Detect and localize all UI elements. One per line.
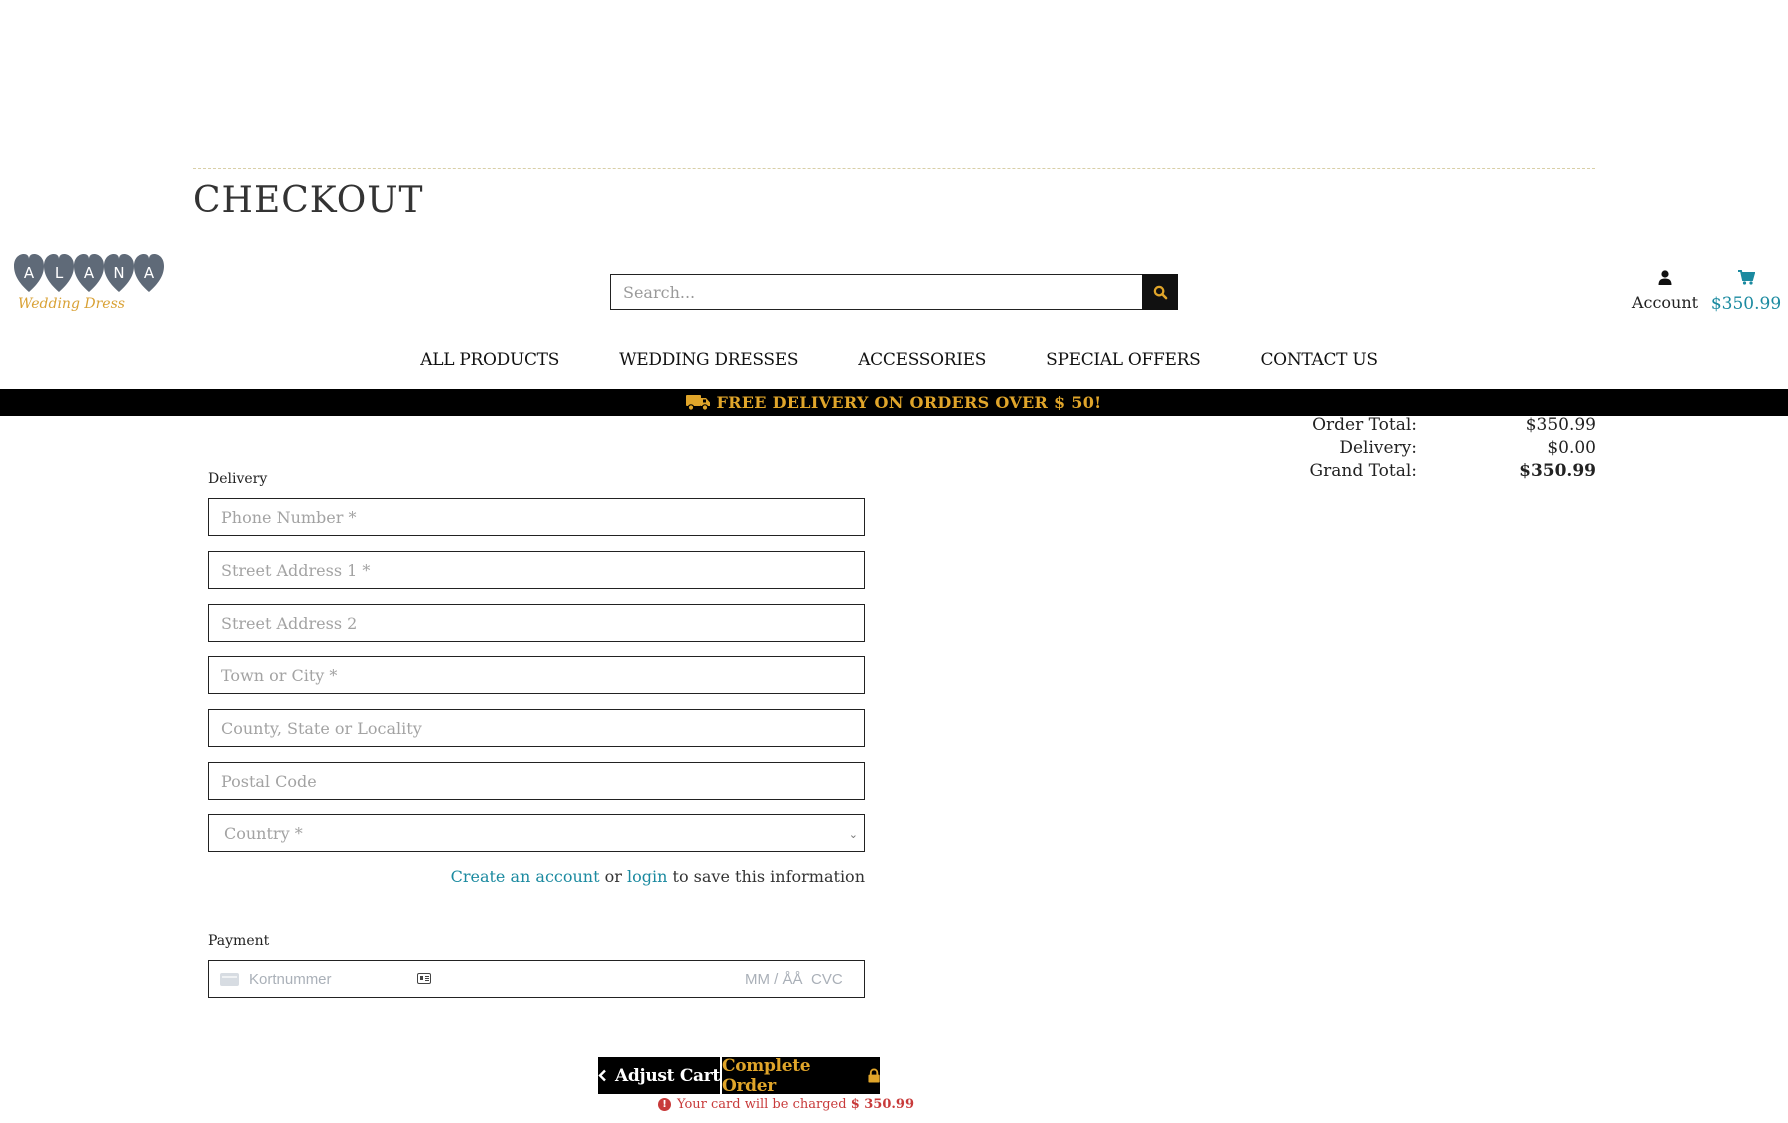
nav-item-special-offers[interactable]: SPECIAL OFFERS: [1046, 350, 1201, 370]
grand-total-label: Grand Total:: [1309, 461, 1417, 481]
search-icon: [1153, 285, 1167, 299]
chevron-left-icon: [598, 1069, 606, 1082]
nav-item-contact-us[interactable]: CONTACT US: [1260, 350, 1378, 370]
main-nav: ALL PRODUCTS WEDDING DRESSES ACCESSORIES…: [0, 350, 1788, 374]
search-button[interactable]: [1142, 274, 1178, 310]
logo-letter: A: [24, 264, 35, 282]
charge-amount: $ 350.99: [850, 1097, 915, 1112]
cart-link[interactable]: $350.99: [1706, 270, 1786, 314]
free-delivery-banner: FREE DELIVERY ON ORDERS OVER $ 50!: [0, 389, 1788, 416]
card-input[interactable]: Kortnummer MM / ÅÅ CVC: [208, 960, 865, 998]
country-select-wrap: Country * ⌄: [208, 814, 865, 852]
top-divider: [193, 168, 1595, 169]
logo-letter: A: [84, 264, 95, 282]
card-cvc-placeholder[interactable]: CVC: [811, 971, 843, 988]
save-info-suffix: to save this information: [672, 867, 865, 886]
account-label: Account: [1631, 293, 1699, 312]
account-link[interactable]: Account: [1630, 270, 1700, 312]
create-account-link[interactable]: Create an account: [451, 867, 600, 886]
grand-total-value: $350.99: [1519, 461, 1596, 481]
cart-total: $350.99: [1710, 294, 1782, 314]
logo-hearts-graphic: A L A N A: [14, 254, 164, 292]
delivery-section-label: Delivery: [208, 471, 268, 487]
charge-note-text: Your card will be charged: [677, 1097, 847, 1112]
county-field[interactable]: [209, 710, 864, 746]
delivery-value: $0.00: [1547, 438, 1596, 458]
adjust-cart-label: Adjust Cart: [615, 1065, 720, 1086]
search-bar: [610, 274, 1178, 310]
logo-letter: N: [113, 264, 124, 282]
card-number-placeholder[interactable]: Kortnummer: [249, 971, 332, 988]
adjust-cart-button[interactable]: Adjust Cart: [598, 1057, 720, 1094]
street-address-1-field-wrap: [208, 551, 865, 589]
county-field-wrap: [208, 709, 865, 747]
lock-icon: [868, 1068, 880, 1083]
order-total-value: $350.99: [1525, 415, 1596, 435]
nav-item-all-products[interactable]: ALL PRODUCTS: [420, 350, 559, 370]
payment-section-label: Payment: [208, 933, 270, 949]
street-address-1-field[interactable]: [209, 552, 864, 588]
alert-icon: !: [658, 1098, 671, 1111]
complete-order-button[interactable]: Complete Order: [722, 1055, 880, 1096]
order-total-label: Order Total:: [1312, 415, 1417, 435]
user-icon: [1658, 270, 1672, 285]
grand-total-row: Grand Total: $350.99: [1300, 460, 1596, 483]
credit-card-icon: [220, 973, 239, 986]
country-select[interactable]: Country *: [209, 815, 864, 851]
card-autofill-icon[interactable]: [417, 973, 431, 984]
town-city-field-wrap: [208, 656, 865, 694]
logo-letter: A: [144, 264, 155, 282]
phone-number-field[interactable]: [209, 499, 864, 535]
banner-text: FREE DELIVERY ON ORDERS OVER $ 50!: [716, 393, 1102, 412]
phone-number-field-wrap: [208, 498, 865, 536]
delivery-label: Delivery:: [1339, 438, 1417, 458]
nav-item-wedding-dresses[interactable]: WEDDING DRESSES: [619, 350, 798, 370]
save-info-text: Create an account or login to save this …: [208, 867, 865, 886]
charge-notice: ! Your card will be charged $ 350.99: [658, 1097, 914, 1112]
complete-order-label: Complete Order: [722, 1055, 811, 1096]
save-info-or: or: [604, 867, 622, 886]
card-expiry-placeholder[interactable]: MM / ÅÅ: [745, 971, 803, 988]
town-city-field[interactable]: [209, 657, 864, 693]
nav-item-accessories[interactable]: ACCESSORIES: [858, 350, 986, 370]
street-address-2-field[interactable]: [209, 605, 864, 641]
postal-code-field[interactable]: [209, 763, 864, 799]
postal-code-field-wrap: [208, 762, 865, 800]
logo-letter: L: [55, 264, 64, 282]
delivery-row: Delivery: $0.00: [1300, 437, 1596, 460]
site-logo[interactable]: A L A N A Wedding Dress: [14, 252, 166, 322]
cart-icon: [1737, 270, 1755, 285]
order-totals: Order Total: $350.99 Delivery: $0.00 Gra…: [1300, 414, 1596, 483]
search-input[interactable]: [611, 275, 1166, 309]
order-total-row: Order Total: $350.99: [1300, 414, 1596, 437]
street-address-2-field-wrap: [208, 604, 865, 642]
page-title: CHECKOUT: [193, 180, 424, 221]
truck-icon: [686, 395, 711, 411]
logo-tagline: Wedding Dress: [18, 296, 125, 312]
login-link[interactable]: login: [627, 867, 667, 886]
